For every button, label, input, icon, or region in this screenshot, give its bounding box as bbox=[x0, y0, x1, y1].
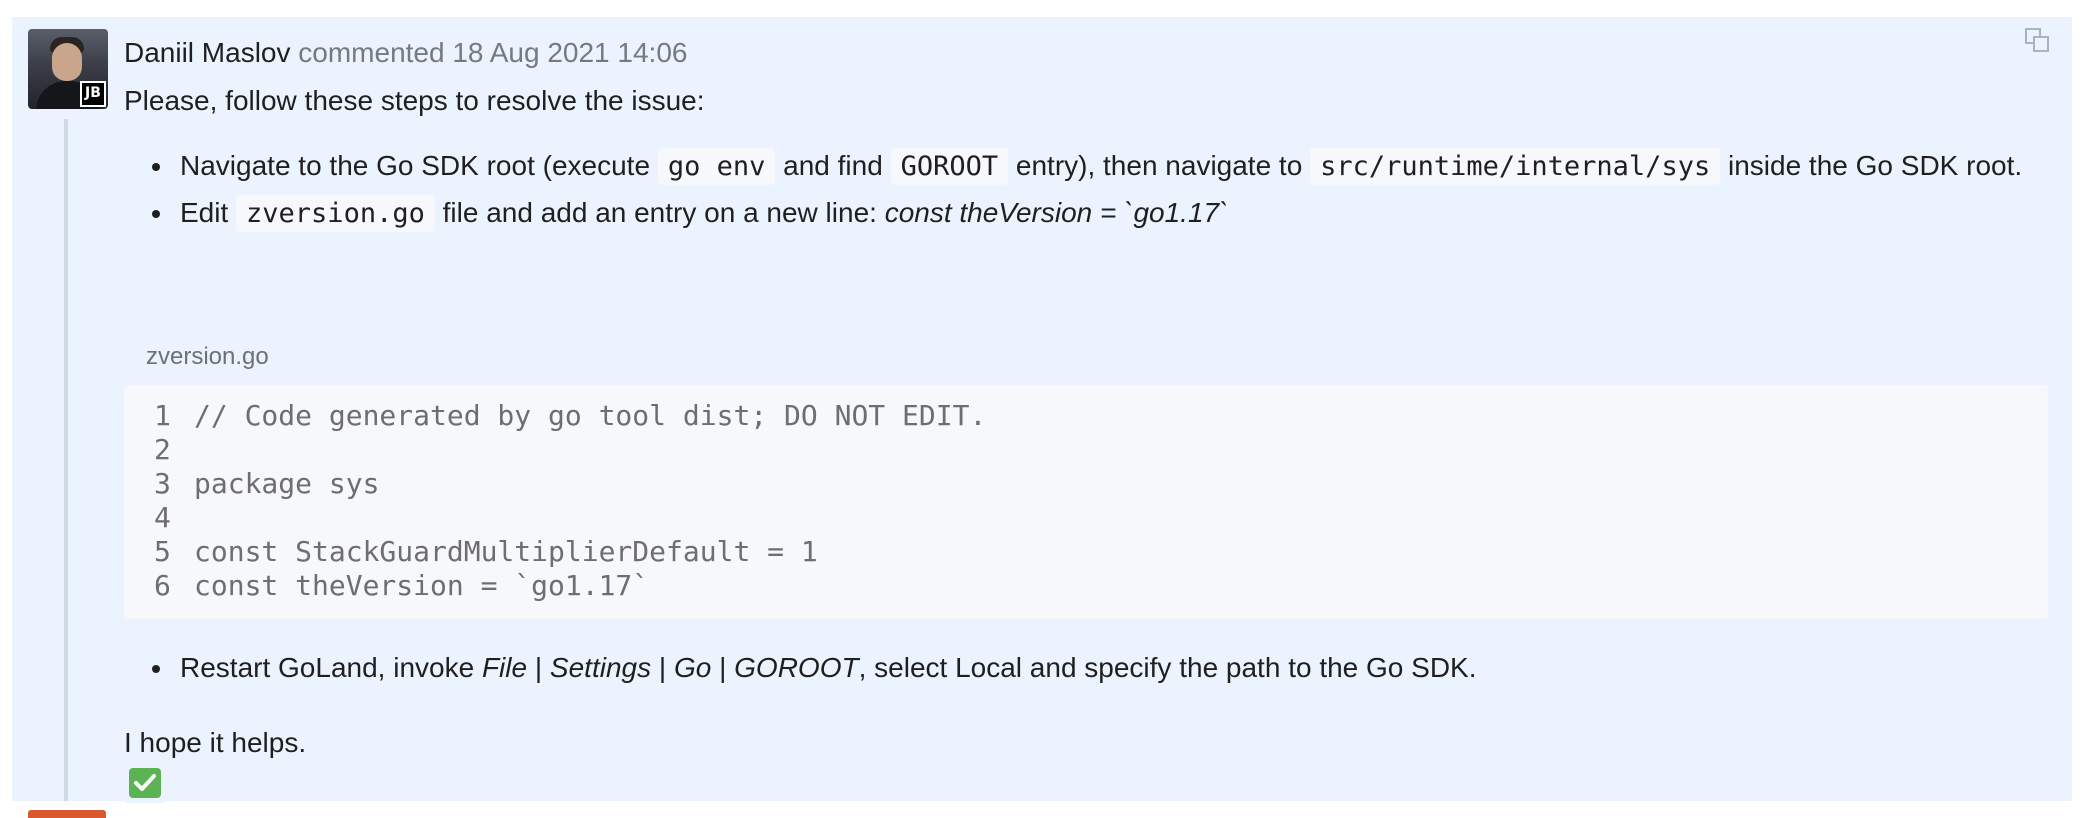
menu-separator: | bbox=[651, 652, 674, 683]
line-number: 4 bbox=[154, 501, 171, 534]
next-item-tag bbox=[28, 810, 106, 818]
step1-text-1: Navigate to the Go SDK root (execute bbox=[180, 150, 658, 181]
line-number: 3 bbox=[154, 467, 171, 500]
list-item: Restart GoLand, invoke File | Settings |… bbox=[152, 645, 2084, 691]
line-number: 2 bbox=[154, 433, 171, 466]
line-number: 5 bbox=[154, 535, 171, 568]
menu-separator: | bbox=[527, 652, 550, 683]
step3-text-1: Restart GoLand, invoke bbox=[180, 652, 482, 683]
comment-timestamp[interactable]: 18 Aug 2021 14:06 bbox=[452, 37, 687, 68]
jetbrains-badge: JB bbox=[80, 81, 106, 107]
check-mark-icon bbox=[129, 768, 161, 798]
comment-card: JB Daniil Maslov commented 18 Aug 2021 1… bbox=[12, 17, 2072, 803]
steps-list-continued: Restart GoLand, invoke File | Settings |… bbox=[124, 645, 2084, 691]
step3-text-2: , select Local and specify the path to t… bbox=[858, 652, 1477, 683]
copy-link-icon[interactable] bbox=[2024, 27, 2050, 53]
code-line: 6 const theVersion = `go1.17` bbox=[154, 569, 649, 603]
thread-line bbox=[64, 119, 68, 801]
menu-path-file: File bbox=[481, 652, 528, 683]
avatar[interactable]: JB bbox=[28, 29, 108, 109]
inline-code-sys-path: src/runtime/internal/sys bbox=[1310, 148, 1721, 185]
code-line: 1 // Code generated by go tool dist; DO N… bbox=[154, 399, 986, 433]
menu-path-settings: Settings bbox=[549, 652, 652, 683]
comment-header: Daniil Maslov commented 18 Aug 2021 14:0… bbox=[124, 33, 687, 73]
inline-code-go-env: go env bbox=[657, 148, 776, 185]
code-line: 4 bbox=[154, 501, 194, 535]
author-name[interactable]: Daniil Maslov bbox=[124, 37, 291, 68]
steps-list: Navigate to the Go SDK root (execute go … bbox=[124, 143, 2084, 237]
step2-text-2: file and add an entry on a new line: bbox=[434, 197, 885, 228]
code-text: package sys bbox=[194, 467, 380, 500]
closing-text: I hope it helps. bbox=[124, 727, 307, 758]
line-number: 6 bbox=[154, 569, 171, 602]
menu-separator: | bbox=[711, 652, 735, 683]
code-text: const StackGuardMultiplierDefault = 1 bbox=[194, 535, 818, 568]
comment-action: commented bbox=[298, 37, 445, 68]
code-block: 1 // Code generated by go tool dist; DO N… bbox=[124, 385, 2048, 619]
code-file-label: zversion.go bbox=[146, 343, 269, 370]
code-text: const theVersion = `go1.17` bbox=[194, 569, 650, 602]
menu-path-goroot: GOROOT bbox=[734, 652, 859, 683]
list-item: Navigate to the Go SDK root (execute go … bbox=[152, 143, 2084, 190]
step1-text-3: entry), then navigate to bbox=[1008, 150, 1311, 181]
step2-text-1: Edit bbox=[180, 197, 237, 228]
menu-path-go: Go bbox=[673, 652, 712, 683]
list-item: Edit zversion.go file and add an entry o… bbox=[152, 190, 2084, 237]
inline-code-goroot: GOROOT bbox=[890, 148, 1009, 185]
reaction-button[interactable] bbox=[124, 763, 166, 803]
intro-text: Please, follow these steps to resolve th… bbox=[124, 85, 705, 116]
avatar-head bbox=[52, 43, 82, 81]
code-line: 3 package sys bbox=[154, 467, 379, 501]
line-number: 1 bbox=[154, 399, 171, 432]
code-line: 5 const StackGuardMultiplierDefault = 1 bbox=[154, 535, 818, 569]
step2-emphasis: const theVersion = `go1.17` bbox=[884, 197, 1229, 228]
inline-code-zversion: zversion.go bbox=[236, 195, 435, 232]
code-line: 2 bbox=[154, 433, 194, 467]
code-text: // Code generated by go tool dist; DO NO… bbox=[194, 399, 987, 432]
step1-text-2: and find bbox=[775, 150, 891, 181]
step1-text-4: inside the Go SDK root. bbox=[1720, 150, 2023, 181]
